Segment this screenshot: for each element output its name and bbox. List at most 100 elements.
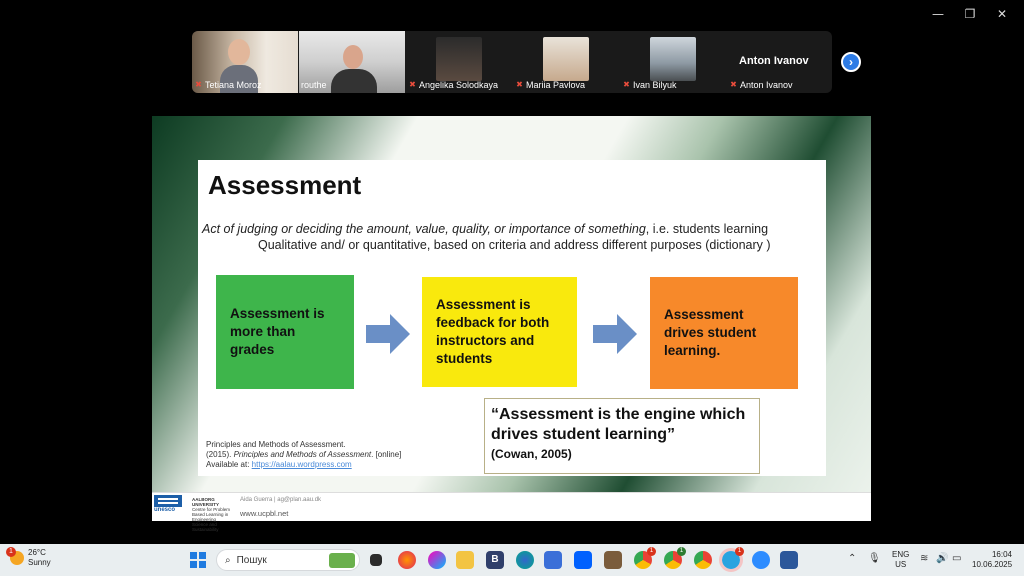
concept-box-text: Assessment is more than grades [230,306,325,357]
avatar [343,45,363,69]
chrome-icon[interactable] [694,551,712,569]
reference-line-2: (2015). Principles and Methods of Assess… [206,450,401,460]
participant-tile[interactable]: Anton Ivanov ✖ Anton Ivanov [727,31,832,93]
mic-muted-icon: ✖ [409,80,416,89]
restore-icon[interactable]: ❐ [954,4,986,24]
file-explorer-icon[interactable] [456,551,474,569]
shared-screen: Assessment Act of judging or deciding th… [152,94,871,532]
next-participants-button[interactable]: › [841,52,861,72]
mic-muted-icon: ✖ [730,80,737,89]
participant-name: Anton Ivanov [740,79,793,90]
close-icon[interactable]: ✕ [986,4,1018,24]
search-placeholder: Пошук [236,554,267,566]
participant-tile[interactable]: ✖ Mariia Pavlova [513,31,619,93]
quote-citation: (Cowan, 2005) [491,447,572,461]
edge-icon[interactable] [516,551,534,569]
dropbox-icon[interactable] [574,551,592,569]
window-controls: — ❐ ✕ [922,4,1018,24]
mic-muted-icon: ✖ [195,80,202,89]
participant-name: Angelika Solodkaya [419,79,499,90]
university-name: AALBORG UNIVERSITY [192,497,220,507]
notification-badge: 1 [677,547,686,556]
reference-available: Available at: [206,460,252,469]
mic-muted-icon: ✖ [516,80,523,89]
chrome-icon[interactable]: 1 [634,547,656,569]
reference-line-1: Principles and Methods of Assessment. [206,440,346,449]
definition-italic: Act of judging or deciding the amount, v… [202,222,646,236]
notification-badge: 1 [735,547,744,556]
quote-text: “Assessment is the engine which drives s… [491,406,746,443]
firefox-icon[interactable] [398,551,416,569]
weather-desc: Sunny [28,558,51,567]
slide: Assessment Act of judging or deciding th… [152,116,871,532]
search-highlight-icon [329,553,355,568]
concept-box-text: Assessment drives student learning. [664,307,757,358]
language-indicator[interactable]: ENG US [892,550,909,570]
weather-text: 26°C Sunny [28,548,51,568]
slide-title: Assessment [208,170,362,200]
language-region: US [895,560,907,569]
mic-muted-icon: ✖ [623,80,630,89]
clock-time: 16:04 [991,550,1012,559]
participant-name-bar: ✖ Ivan Bilyuk [622,78,724,91]
telegram-icon[interactable]: 1 [719,547,744,572]
store-icon[interactable] [544,551,562,569]
slide-content: Assessment Act of judging or deciding th… [198,160,826,476]
taskbar-search[interactable]: ⌕ Пошук [216,549,360,571]
participant-video [436,37,482,81]
definition-line-1: Act of judging or deciding the amount, v… [202,222,768,236]
participant-video [543,37,589,81]
copilot-icon[interactable] [428,551,446,569]
wifi-icon[interactable]: ≋ [920,553,928,564]
language-code: ENG [892,550,910,559]
task-view-icon[interactable] [370,554,382,566]
concept-box-feedback: Assessment is feedback for both instruct… [422,277,577,387]
concept-box-drives-learning: Assessment drives student learning. [650,277,798,389]
participant-tile[interactable]: ✖ Angelika Solodkaya [406,31,512,93]
concept-box-grades: Assessment is more than grades [216,275,354,389]
definition-line-2: Qualitative and/ or quantitative, based … [258,238,771,252]
app-icon[interactable] [604,551,622,569]
participant-name-bar: ✖ Tetiana Moroz [194,78,296,91]
chevron-up-icon[interactable]: ⌃ [848,553,856,564]
minimize-icon[interactable]: — [922,4,954,24]
reference-suffix: . [online] [371,450,402,459]
word-icon[interactable] [780,551,798,569]
b-app-icon[interactable]: B [486,551,504,569]
center-name: Centre for Problem Based Learning in Eng… [192,507,231,532]
participant-name: Tetiana Moroz [205,79,262,90]
clock[interactable]: 16:04 10.06.2025 [972,550,1012,570]
arrow-right-icon [366,314,410,354]
battery-icon[interactable]: ▭ [952,553,961,564]
start-button[interactable] [190,552,206,568]
definition-rest: , i.e. students learning [645,222,769,236]
unesco-logo: unesco [154,495,182,517]
participant-strip: ✖ Tetiana Moroz routhe ✖ Angelika Solodk… [192,31,832,93]
weather-widget[interactable]: 1 26°C Sunny [6,547,51,568]
participant-video [650,37,696,81]
participant-name-bar: ✖ Mariia Pavlova [515,78,617,91]
participant-tile-active[interactable]: routhe [299,31,405,93]
notification-badge: 1 [647,547,656,556]
reference-year: (2015). [206,450,234,459]
participant-tile[interactable]: ✖ Ivan Bilyuk [620,31,726,93]
reference-link[interactable]: https://aalau.wordpress.com [252,460,352,469]
reference-title: Principles and Methods of Assessment [233,450,372,459]
zoom-icon[interactable] [752,551,770,569]
speaker-icon[interactable]: 🔊 [936,553,948,564]
screen: — ❐ ✕ ✖ Tetiana Moroz routhe ✖ Angelika … [0,0,1024,576]
quote-box: “Assessment is the engine which drives s… [484,398,760,474]
arrow-right-icon [593,314,637,354]
chrome-icon[interactable]: 1 [664,547,686,569]
participant-tile[interactable]: ✖ Tetiana Moroz [192,31,298,93]
chevron-right-icon: › [849,55,853,69]
footer-contact: Aida Guerra | ag@plan.aau.dk [240,497,322,503]
weather-temp: 26°C [28,548,46,557]
sun-icon: 1 [6,547,24,565]
taskbar: 1 26°C Sunny ⌕ Пошук B 1 1 1 ⌃ 🎙 ENG US … [0,544,1024,576]
weather-badge: 1 [6,547,16,557]
microphone-icon[interactable]: 🎙 [868,553,881,564]
reference: Principles and Methods of Assessment. (2… [206,440,401,470]
reference-line-3: Available at: https://aalau.wordpress.co… [206,460,401,470]
participant-name: routhe [301,79,327,90]
